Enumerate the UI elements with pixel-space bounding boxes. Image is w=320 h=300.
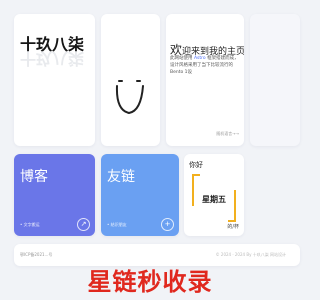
weekday-card: 你好 星期五 的/杯 [184, 154, 244, 236]
logo-card: 十玖八柒 十玖八柒 [14, 14, 95, 146]
intro-body-prefix: 此网站使用 [170, 56, 194, 61]
blog-tile[interactable]: 博客 • 文字搬运 ↗ [14, 154, 95, 236]
icp-record-link[interactable]: 鄂ICP备2021...号 [20, 252, 52, 258]
smiley-mouth-icon [115, 85, 144, 115]
friends-subtitle: • 结识朋友 [107, 222, 127, 227]
astro-link[interactable]: Astro [194, 56, 206, 61]
weekday-greeting: 你好 [189, 161, 203, 169]
smiley-card [101, 14, 160, 146]
blog-subtitle: • 文字搬运 [20, 222, 40, 227]
watermark-text: 星链秒收录 [87, 268, 213, 296]
partial-card [250, 14, 300, 146]
site-logo-reflection: 十玖八柒 [20, 49, 85, 68]
random-quote-link[interactable]: 随机语言→→ [216, 131, 239, 137]
friends-title: 友链 [107, 169, 135, 185]
weekday-name: 星期五 [202, 195, 226, 204]
copyright-text: © 2024 · 2024 By 十玖八柒 网站设计 [215, 252, 286, 257]
friends-add-button[interactable]: + [161, 218, 174, 231]
blog-open-button[interactable]: ↗ [77, 218, 90, 231]
blog-title: 博客 [20, 169, 48, 185]
intro-description: 此网站使用 Astro 框架搭建而成，设计风格采用了当下比较流行的Bento 1… [170, 55, 242, 76]
friends-tile[interactable]: 友链 • 结识朋友 + [101, 154, 179, 236]
intro-card: 欢迎来到我的主页😊 此网站使用 Astro 框架搭建而成，设计风格采用了当下比较… [166, 14, 244, 146]
weekday-unit: 的/杯 [227, 224, 239, 230]
